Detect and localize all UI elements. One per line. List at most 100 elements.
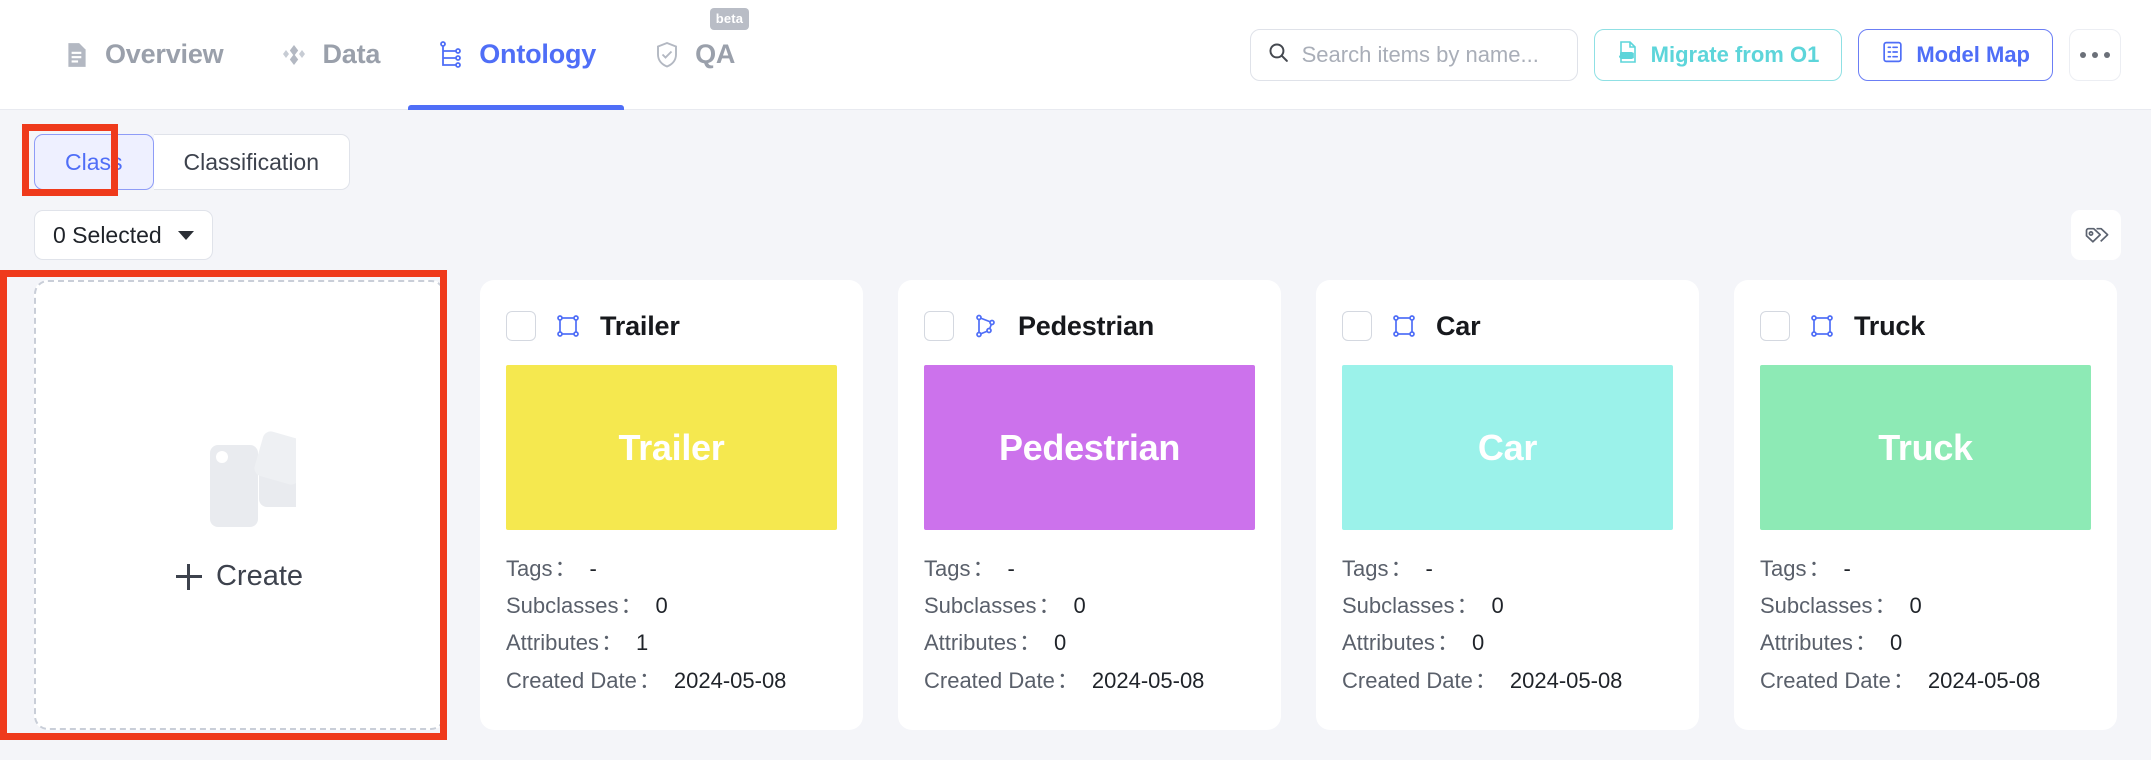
meta-separator: ： xyxy=(1038,593,1061,619)
meta-tags: Tags ： - xyxy=(506,553,837,584)
main-nav: Overview Data Ontology QA beta xyxy=(34,0,763,110)
meta-tags: Tags ： - xyxy=(924,553,1255,584)
meta-created-date: Created Date ： 2024-05-08 xyxy=(506,665,837,696)
nav-item-qa[interactable]: QA beta xyxy=(624,0,763,110)
nav-label: QA xyxy=(695,39,736,69)
card-title: Trailer xyxy=(600,310,680,341)
tab-class[interactable]: Class xyxy=(34,134,154,190)
chevron-down-icon xyxy=(177,230,194,240)
meta-label: Tags xyxy=(506,556,553,581)
meta-tags: Tags ： - xyxy=(1760,553,2091,584)
search-input[interactable]: Search items by name... xyxy=(1249,28,1578,81)
meta-separator: ： xyxy=(554,556,577,581)
meta-value: 0 xyxy=(1909,593,1922,619)
card-checkbox[interactable] xyxy=(506,311,536,341)
meta-separator: ： xyxy=(1808,556,1831,581)
card-checkbox[interactable] xyxy=(924,311,954,341)
meta-value: 2024-05-08 xyxy=(1509,667,1623,693)
meta-label: Created Date xyxy=(1760,667,1891,693)
nav-label: Data xyxy=(322,39,381,69)
search-placeholder: Search items by name... xyxy=(1301,41,1539,67)
tags-filter-button[interactable] xyxy=(2071,210,2121,260)
plus-icon xyxy=(175,563,202,590)
more-horizontal-icon xyxy=(2080,51,2086,58)
meta-separator: ： xyxy=(1854,630,1877,656)
meta-separator: ： xyxy=(600,630,623,656)
header-actions: Search items by name... JSON Migrate fro… xyxy=(1249,28,2121,81)
nav-item-data[interactable]: Data xyxy=(251,0,408,110)
rect-bbox-icon xyxy=(1807,311,1837,341)
page-toolbar: Class Classification 0 Selected xyxy=(0,134,2151,260)
tab-classification[interactable]: Classification xyxy=(153,134,351,190)
card-checkbox[interactable] xyxy=(1760,311,1790,341)
selected-count-label: 0 Selected xyxy=(53,221,162,248)
meta-label: Subclasses xyxy=(1760,593,1873,619)
rect-bbox-icon xyxy=(553,311,583,341)
class-card[interactable]: Trailer Trailer Tags ： - Subclasses ： 0 … xyxy=(480,280,863,730)
nav-label: Ontology xyxy=(479,39,597,69)
meta-label: Created Date xyxy=(1342,667,1473,693)
class-color-swatch: Truck xyxy=(1760,365,2091,530)
meta-separator: ： xyxy=(972,556,995,581)
card-title: Truck xyxy=(1854,310,1926,341)
meta-attributes: Attributes ： 1 xyxy=(506,627,837,658)
filter-row: 0 Selected xyxy=(34,210,2121,260)
nav-item-ontology[interactable]: Ontology xyxy=(408,0,625,110)
class-card[interactable]: Truck Truck Tags ： - Subclasses ： 0 Attr… xyxy=(1734,280,2117,730)
search-icon xyxy=(1267,41,1290,69)
create-class-card[interactable]: Create xyxy=(34,280,445,730)
meta-tags: Tags ： - xyxy=(1342,553,1673,584)
meta-separator: ： xyxy=(1456,593,1479,619)
polygon-icon xyxy=(971,311,1001,341)
segmented-control: Class Classification xyxy=(34,134,351,190)
meta-label: Subclasses xyxy=(1342,593,1455,619)
meta-label: Subclasses xyxy=(506,593,619,619)
class-card[interactable]: Pedestrian Pedestrian Tags ： - Subclasse… xyxy=(898,280,1281,730)
model-map-label: Model Map xyxy=(1916,41,2030,67)
meta-label: Created Date xyxy=(924,667,1055,693)
meta-value: - xyxy=(1007,556,1015,581)
card-header: Trailer xyxy=(506,306,837,346)
card-meta: Tags ： - Subclasses ： 0 Attributes ： 0 C… xyxy=(924,553,1255,696)
meta-subclasses: Subclasses ： 0 xyxy=(506,590,837,621)
meta-label: Tags xyxy=(1342,556,1389,581)
tags-icon xyxy=(2082,219,2110,252)
app-header: Overview Data Ontology QA beta Search it… xyxy=(0,0,2151,110)
svg-text:JSON: JSON xyxy=(1619,53,1633,59)
card-meta: Tags ： - Subclasses ： 0 Attributes ： 0 C… xyxy=(1760,553,2091,696)
more-options-button[interactable] xyxy=(2069,28,2121,81)
meta-subclasses: Subclasses ： 0 xyxy=(1760,590,2091,621)
meta-subclasses: Subclasses ： 0 xyxy=(1342,590,1673,621)
nav-item-overview[interactable]: Overview xyxy=(34,0,251,110)
meta-label: Created Date xyxy=(506,667,637,693)
beta-badge: beta xyxy=(709,7,750,30)
meta-attributes: Attributes ： 0 xyxy=(1342,627,1673,658)
model-map-button[interactable]: Model Map xyxy=(1858,28,2053,81)
meta-value: 0 xyxy=(655,593,668,619)
tab-class-label: Class xyxy=(65,148,123,175)
more-horizontal-icon xyxy=(2104,51,2110,58)
hierarchy-icon xyxy=(436,40,466,70)
meta-created-date: Created Date ： 2024-05-08 xyxy=(1342,665,1673,696)
migrate-label: Migrate from O1 xyxy=(1650,41,1820,67)
meta-separator: ： xyxy=(638,667,661,693)
meta-attributes: Attributes ： 0 xyxy=(1760,627,2091,658)
meta-value: - xyxy=(589,556,597,581)
meta-label: Attributes xyxy=(1760,630,1853,656)
meta-created-date: Created Date ： 2024-05-08 xyxy=(924,665,1255,696)
create-label: Create xyxy=(215,560,304,592)
blocks-icon xyxy=(184,417,308,534)
meta-separator: ： xyxy=(1436,630,1459,656)
card-meta: Tags ： - Subclasses ： 0 Attributes ： 1 C… xyxy=(506,553,837,696)
card-checkbox[interactable] xyxy=(1342,311,1372,341)
selected-count-dropdown[interactable]: 0 Selected xyxy=(34,210,213,260)
tab-classification-label: Classification xyxy=(183,148,320,175)
card-header: Car xyxy=(1342,306,1673,346)
meta-separator: ： xyxy=(620,593,643,619)
migrate-from-o1-button[interactable]: JSON Migrate from O1 xyxy=(1593,28,1843,81)
meta-label: Tags xyxy=(1760,556,1807,581)
meta-value: 2024-05-08 xyxy=(673,667,787,693)
shield-check-icon xyxy=(652,40,682,70)
class-card[interactable]: Car Car Tags ： - Subclasses ： 0 Attribut… xyxy=(1316,280,1699,730)
class-color-swatch: Car xyxy=(1342,365,1673,530)
